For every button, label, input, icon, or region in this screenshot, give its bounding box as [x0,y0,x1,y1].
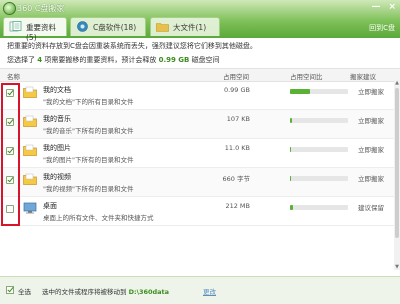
selection-summary: 您选择了 4 项需要搬移的重要资料，预计会释放 0.99 GB 磁盘空间 [7,55,220,65]
row-name: 我的视频 [43,173,71,181]
table-header: 名称 占用空间 占用空间比 搬家建议 [0,68,400,82]
move-destination-text: 选中的文件或程序将被移动到 D:\360data [42,286,169,296]
title-bar: 360 C盘搬家 — × 重要资料(5) C盘软件(18) 大文件(1) 回到C… [0,0,400,42]
row-suggestion[interactable]: 立即搬家 [358,86,384,96]
change-path-link[interactable]: 更改 [203,286,216,296]
folder-icon [156,23,169,32]
tab-important-data[interactable]: 重要资料(5) [3,17,67,42]
checkbox-highlight-box [1,83,20,226]
usage-bar-fill [290,176,292,181]
desktop-icon [23,202,37,214]
row-size: 0.99 GB [223,86,250,94]
row-name: 桌面 [43,202,57,210]
window-title: 360 C盘搬家 [17,4,65,13]
tab-c-drive-software[interactable]: C盘软件(18) [70,17,146,36]
usage-bar-fill [290,89,311,94]
column-suggestion[interactable]: 搬家建议 [350,71,376,81]
tab-label: 重要资料(5) [26,23,56,42]
row-description: 桌面上的所有文件、文件夹和快捷方式 [43,214,154,222]
scroll-thumb[interactable] [395,88,399,238]
folder-icon [23,144,37,156]
row-name: 我的图片 [43,144,71,152]
freed-space: 0.99 GB [158,56,190,64]
table-row[interactable]: 我的音乐 "我的音乐"下所有的目录和文件 107 KB 立即搬家 [0,110,394,139]
usage-bar [290,89,348,94]
scroll-down-icon[interactable]: ▼ [394,264,400,270]
tab-large-files[interactable]: 大文件(1) [150,17,220,36]
disk-icon [77,21,88,32]
usage-bar-fill [290,205,293,210]
column-name[interactable]: 名称 [7,71,20,81]
table-row[interactable]: 桌面 桌面上的所有文件、文件夹和快捷方式 212 MB 建议保留 [0,197,394,226]
vertical-scrollbar[interactable]: ▲ ▼ [394,80,400,270]
row-size: 212 MB [225,202,250,210]
close-button[interactable]: × [388,2,396,12]
row-description: "我的文档"下的所有目录和文件 [43,98,134,106]
app-logo-icon [3,2,16,15]
summary-suffix: 磁盘空间 [191,56,220,64]
folder-icon [23,86,37,98]
warning-text: 把重要的资料存放到C盘会因重装系统而丢失，强烈建议您将它们移到其他磁盘。 [7,42,257,50]
usage-bar [290,205,348,210]
column-ratio[interactable]: 占用空间比 [290,71,323,81]
row-description: "我的视频"下所有的目录和文件 [43,185,134,193]
select-all-checkbox[interactable] [6,286,14,294]
row-description: "我的图片"下所有的目录和文件 [43,156,134,164]
selected-count: 4 [37,56,43,64]
row-size: 660 字节 [222,175,250,183]
row-suggestion[interactable]: 立即搬家 [358,115,384,125]
row-size: 107 KB [226,115,250,123]
usage-bar [290,118,348,123]
row-description: "我的音乐"下所有的目录和文件 [43,127,134,135]
table-row[interactable]: 我的图片 "我的图片"下所有的目录和文件 11.0 KB 立即搬家 [0,139,394,168]
folder-icon [23,115,37,127]
move-text: 选中的文件或程序将被移动到 [42,288,127,296]
scroll-up-icon[interactable]: ▲ [394,80,400,86]
summary-prefix: 您选择了 [7,56,35,64]
usage-bar [290,176,348,181]
usage-bar-fill [290,147,292,152]
table-row[interactable]: 我的视频 "我的视频"下所有的目录和文件 660 字节 立即搬家 [0,168,394,197]
select-all-label[interactable]: 全选 [18,286,31,296]
row-name: 我的文档 [43,86,71,94]
usage-bar [290,147,348,152]
documents-icon [9,21,22,32]
column-size[interactable]: 占用空间 [223,71,249,81]
row-size: 11.0 KB [224,144,250,152]
row-name: 我的音乐 [43,115,71,123]
row-suggestion[interactable]: 立即搬家 [358,173,384,183]
window-controls: — × [371,2,396,12]
row-suggestion[interactable]: 立即搬家 [358,144,384,154]
row-suggestion[interactable]: 建议保留 [358,202,384,212]
back-to-c-drive-link[interactable]: 回到C盘 [369,23,395,33]
summary-middle: 项需要搬移的重要资料，预计会释放 [44,56,157,64]
table-row[interactable]: 我的文档 "我的文档"下的所有目录和文件 0.99 GB 立即搬家 [0,81,394,110]
usage-bar-fill [290,118,292,123]
destination-path: D:\360data [128,288,170,296]
folder-icon [23,173,37,185]
tab-label: C盘软件(18) [93,23,137,32]
footer-bar: 全选 选中的文件或程序将被移动到 D:\360data 更改 [0,276,400,304]
tab-label: 大文件(1) [173,23,207,32]
minimize-button[interactable]: — [371,2,380,12]
